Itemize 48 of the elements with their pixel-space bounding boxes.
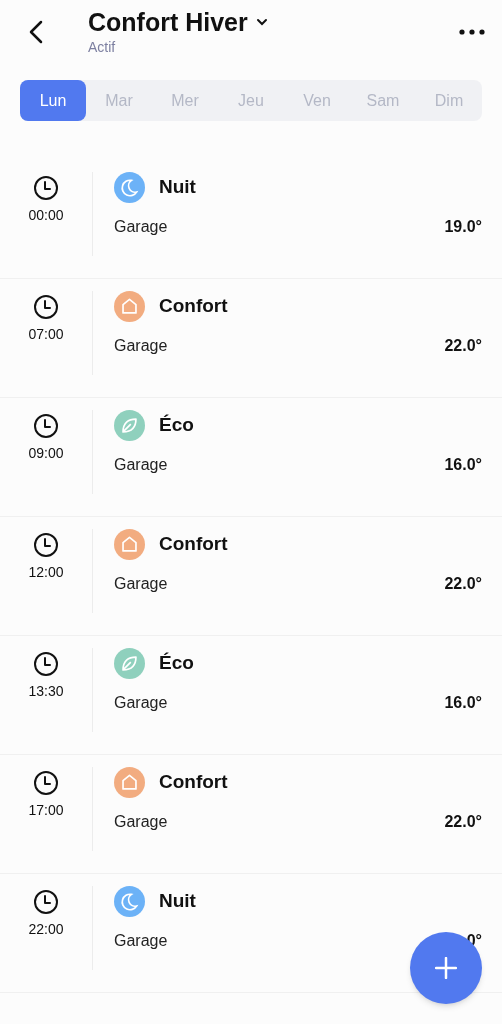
slot-time: 12:00 (28, 563, 64, 582)
zone-name: Garage (114, 455, 168, 475)
temperature: 16.0° (444, 455, 482, 475)
day-tab[interactable]: Mar (86, 80, 152, 121)
day-tab[interactable]: Ven (284, 80, 350, 121)
clock-icon (33, 413, 59, 439)
temperature: 22.0° (444, 336, 482, 356)
mode-name: Éco (159, 651, 194, 676)
temperature: 22.0° (444, 812, 482, 832)
clock-icon (33, 889, 59, 915)
day-tab[interactable]: Lun (20, 80, 86, 121)
clock-icon (33, 532, 59, 558)
temperature: 22.0° (444, 574, 482, 594)
clock-icon (33, 294, 59, 320)
zone-name: Garage (114, 217, 168, 237)
dropdown-chevron-icon[interactable] (255, 18, 268, 26)
zone-name: Garage (114, 812, 168, 832)
slot-time: 07:00 (28, 325, 64, 344)
mode-name: Confort (159, 532, 228, 557)
clock-icon (33, 651, 59, 677)
mode-name: Nuit (159, 889, 196, 914)
zone-name: Garage (114, 931, 168, 951)
add-button[interactable] (410, 932, 482, 1004)
slot-time: 13:30 (28, 682, 64, 701)
plus-icon (435, 957, 457, 979)
day-tab[interactable]: Dim (416, 80, 482, 121)
slot-time: 09:00 (28, 444, 64, 463)
clock-icon (33, 770, 59, 796)
slot-time: 22:00 (28, 920, 64, 939)
back-icon (29, 20, 43, 44)
more-icon (459, 29, 485, 35)
zone-name: Garage (114, 574, 168, 594)
day-tab[interactable]: Jeu (218, 80, 284, 121)
schedule-title: Confort Hiver (88, 7, 248, 38)
clock-icon (33, 175, 59, 201)
mode-name: Éco (159, 413, 194, 438)
mode-name: Confort (159, 294, 228, 319)
zone-name: Garage (114, 693, 168, 713)
temperature: 16.0° (444, 693, 482, 713)
status-label: Actif (88, 38, 117, 56)
day-tab[interactable]: Sam (350, 80, 416, 121)
mode-name: Nuit (159, 175, 196, 200)
slot-time: 00:00 (28, 206, 64, 225)
mode-name: Confort (159, 770, 228, 795)
zone-name: Garage (114, 336, 168, 356)
day-tab[interactable]: Mer (152, 80, 218, 121)
temperature: 19.0° (444, 217, 482, 237)
slot-time: 17:00 (28, 801, 64, 820)
